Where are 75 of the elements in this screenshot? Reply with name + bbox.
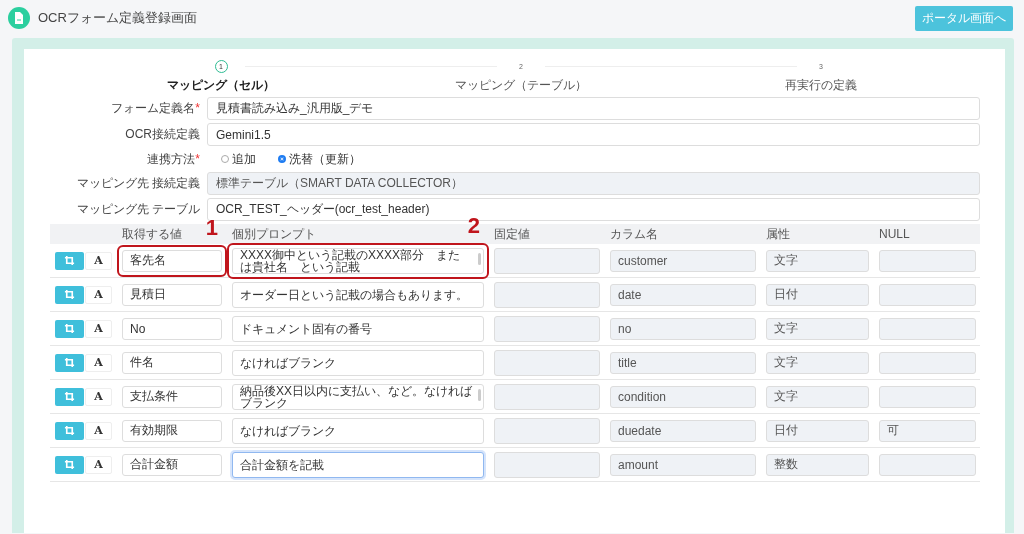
input-field[interactable]: Gemini1.5 (207, 123, 980, 146)
font-button[interactable]: A (85, 421, 112, 440)
type-field: 整数 (766, 453, 869, 476)
type-field: 日付 (766, 283, 869, 306)
type-field: 日付 (766, 419, 869, 442)
crop-button[interactable] (55, 319, 84, 338)
prompt-field[interactable]: なければブランク (232, 349, 484, 376)
null-field: 可 (879, 419, 976, 442)
column-name-field: customer (610, 249, 756, 272)
radio-button[interactable] (221, 155, 229, 163)
font-button[interactable]: A (85, 319, 112, 338)
column-name-field: title (610, 351, 756, 374)
crop-button[interactable] (55, 251, 84, 270)
crop-button[interactable] (55, 455, 84, 474)
value-field[interactable]: No (122, 317, 222, 340)
input-field: 標準テーブル（SMART DATA COLLECTOR） (207, 172, 980, 195)
crop-icon (64, 425, 75, 436)
prompt-field[interactable]: 納品後XX日以内に支払い、など。なければブランク (232, 383, 484, 410)
type-field: 文字 (766, 385, 869, 408)
crop-button[interactable] (55, 387, 84, 406)
field-label: マッピング先 テーブル (76, 202, 200, 216)
column-header: 取得する値 (122, 225, 182, 243)
radio-button[interactable] (278, 155, 286, 163)
crop-button[interactable] (55, 421, 84, 440)
prompt-field[interactable]: 合計金額を記載 (232, 451, 484, 478)
prompt-field[interactable]: なければブランク (232, 417, 484, 444)
crop-icon (64, 357, 75, 368)
crop-icon (64, 255, 75, 266)
column-name-field: date (610, 283, 756, 306)
type-field: 文字 (766, 249, 869, 272)
crop-icon (64, 289, 75, 300)
crop-button[interactable] (55, 285, 84, 304)
prompt-field[interactable]: XXXX御中という記載のXXXX部分 または貴社名 という記載 (232, 247, 484, 274)
value-field[interactable]: 見積日 (122, 283, 222, 306)
field-label: OCR接続定義 (125, 127, 200, 141)
input-field[interactable]: 見積書読み込み_汎用版_デモ (207, 97, 980, 120)
column-name-field: no (610, 317, 756, 340)
font-button[interactable]: A (85, 387, 112, 406)
font-button[interactable]: A (85, 251, 112, 270)
step-label[interactable]: 再実行の定義 (785, 77, 857, 94)
column-name-field: amount (610, 453, 756, 476)
field-label: 連携方法 (147, 151, 196, 166)
crop-icon (64, 459, 75, 470)
column-header: カラム名 (610, 225, 658, 243)
type-field: 文字 (766, 317, 869, 340)
column-header: 個別プロンプト (232, 225, 316, 243)
value-field[interactable]: 合計金額 (122, 453, 222, 476)
column-header: 固定値 (494, 225, 530, 243)
column-name-field: condition (610, 385, 756, 408)
font-button[interactable]: A (85, 353, 112, 372)
column-name-field: duedate (610, 419, 756, 442)
value-field[interactable]: 支払条件 (122, 385, 222, 408)
step-label[interactable]: マッピング（テーブル） (455, 77, 587, 94)
required-mark: * (195, 101, 200, 115)
field-label: フォーム定義名 (111, 101, 196, 115)
radio-label: 追加 (232, 150, 256, 168)
document-icon (8, 7, 30, 29)
page-title: OCRフォーム定義登録画面 (38, 9, 197, 27)
value-field[interactable]: 有効期限 (122, 419, 222, 442)
font-button[interactable]: A (85, 285, 112, 304)
step-label[interactable]: マッピング（セル） (167, 77, 275, 94)
type-field: 文字 (766, 351, 869, 374)
crop-button[interactable] (55, 353, 84, 372)
value-field[interactable]: 客先名 (122, 249, 222, 272)
crop-icon (64, 323, 75, 334)
prompt-field[interactable]: ドキュメント固有の番号 (232, 315, 484, 342)
crop-icon (64, 391, 75, 402)
font-button[interactable]: A (85, 455, 112, 474)
column-header: 属性 (766, 225, 790, 243)
column-header: NULL (879, 227, 910, 241)
prompt-field[interactable]: オーダー日という記載の場合もあります。 (232, 281, 484, 308)
required-mark: * (195, 151, 200, 166)
value-field[interactable]: 件名 (122, 351, 222, 374)
radio-option[interactable]: 追加 (221, 150, 256, 168)
field-label: マッピング先 接続定義 (76, 176, 200, 190)
